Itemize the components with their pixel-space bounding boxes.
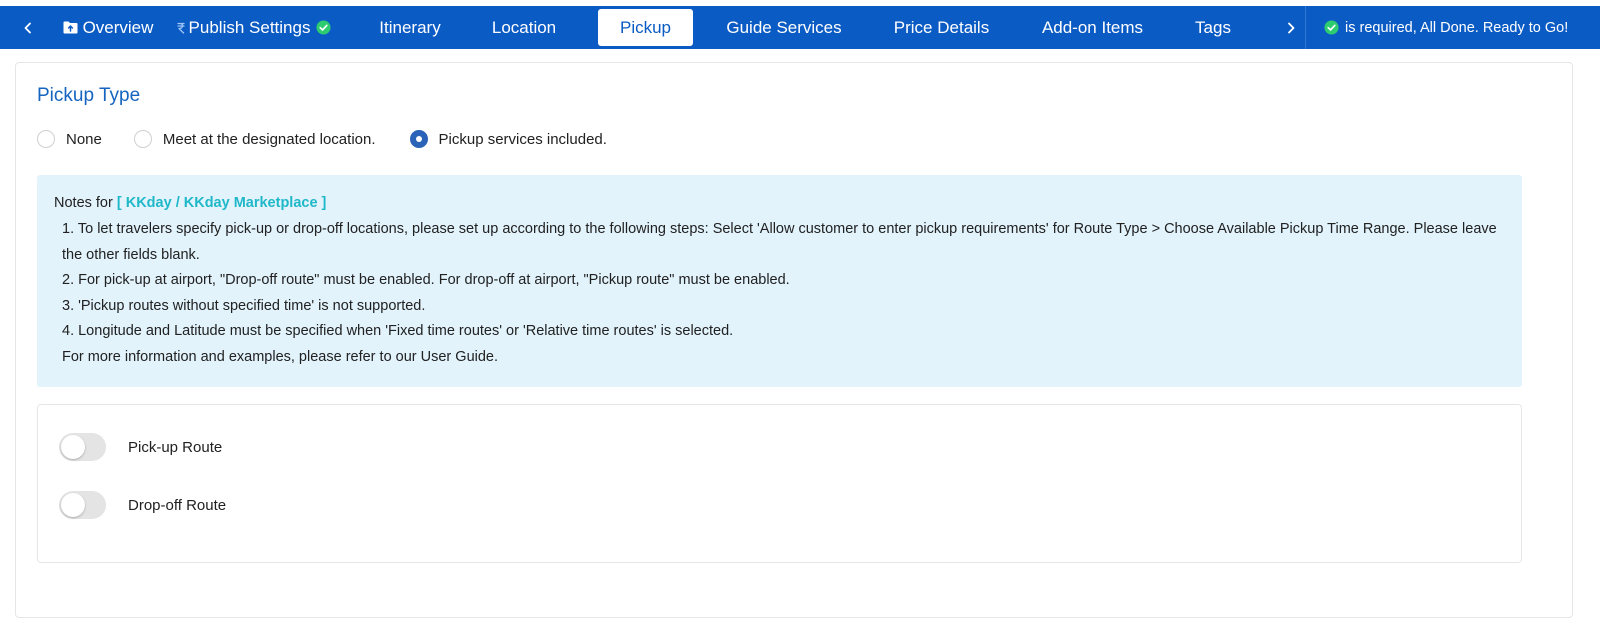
route-label: Pick-up Route <box>128 438 223 456</box>
tab-tags[interactable]: Tags <box>1193 9 1233 46</box>
radio-none[interactable]: None <box>37 130 102 148</box>
notes-brand: [ KKday / KKday Marketplace ] <box>116 195 327 211</box>
dropoff-route-row: Drop-off Route <box>59 490 226 520</box>
routes-panel: Pick-up Route Drop-off Route <box>37 404 1522 563</box>
notes-box: Notes for [ KKday / KKday Marketplace ] … <box>37 175 1522 387</box>
list-item: 1. To let travelers specify pick-up or d… <box>62 221 1497 263</box>
tab-label: Overview <box>82 17 154 37</box>
radio-button[interactable] <box>133 130 152 148</box>
notes-prefix: Notes for <box>54 195 113 211</box>
list-item: For more information and examples, pleas… <box>62 348 499 365</box>
tabs-prev-button[interactable] <box>8 6 48 49</box>
list-item: 2. For pick-up at airport, "Drop-off rou… <box>62 272 790 289</box>
radio-pickup-services-included[interactable]: Pickup services included. <box>409 130 607 148</box>
status-text: is required, All Done. Ready to Go! <box>1345 19 1569 36</box>
pickup-route-row: Pick-up Route <box>59 432 222 462</box>
toggle-knob <box>61 493 85 517</box>
list-item: 3. 'Pickup routes without specified time… <box>62 297 426 314</box>
notes-heading: Notes for [ KKday / KKday Marketplace ] <box>54 191 326 217</box>
tab-label: Publish Settings <box>188 17 311 37</box>
chevron-right-icon <box>1288 22 1295 33</box>
tab-label: Price Details <box>893 17 990 37</box>
tab-price-details[interactable]: Price Details <box>892 9 991 46</box>
page-title: Pickup Type <box>37 85 141 106</box>
tab-label: Guide Services <box>726 17 842 37</box>
rupee-icon <box>176 22 185 34</box>
tab-label: Pickup <box>619 17 672 37</box>
radio-label: Pickup services included. <box>438 130 607 148</box>
radio-meet-at-location[interactable]: Meet at the designated location. <box>133 130 376 148</box>
radio-label: None <box>66 130 102 148</box>
tab-itinerary[interactable]: Itinerary <box>378 9 442 46</box>
dropoff-route-toggle[interactable] <box>59 491 106 519</box>
notes-list: 1. To let travelers specify pick-up or d… <box>62 217 1512 371</box>
tab-label: Add-on Items <box>1041 17 1144 37</box>
tab-label: Tags <box>1195 17 1231 37</box>
tab-overview[interactable]: Overview <box>62 9 154 46</box>
tab-location[interactable]: Location <box>490 9 558 46</box>
tab-label: Location <box>491 17 557 37</box>
folder-upload-icon <box>63 21 78 34</box>
pickup-type-radio-group: None Meet at the designated location. Pi… <box>37 128 637 150</box>
tab-publish-settings[interactable]: Publish Settings <box>175 9 333 46</box>
check-circle-icon <box>1324 20 1339 35</box>
tab-pickup[interactable]: Pickup <box>598 9 693 46</box>
pickup-card: Pickup Type None Meet at the designated … <box>15 62 1573 618</box>
chevron-left-icon <box>24 22 31 33</box>
check-circle-icon <box>316 20 331 35</box>
route-label: Drop-off Route <box>128 496 227 514</box>
tab-add-on-items[interactable]: Add-on Items <box>1039 9 1146 46</box>
tab-bar: Overview Publish Settings Itinerary Loca… <box>0 6 1600 49</box>
tab-guide-services[interactable]: Guide Services <box>726 9 842 46</box>
completion-status: is required, All Done. Ready to Go! <box>1305 6 1568 49</box>
toggle-knob <box>61 435 85 459</box>
tab-label: Itinerary <box>379 17 441 37</box>
radio-button[interactable] <box>37 130 55 148</box>
radio-button-selected[interactable] <box>409 130 428 148</box>
pickup-route-toggle[interactable] <box>59 433 106 461</box>
radio-label: Meet at the designated location. <box>162 130 376 148</box>
list-item: 4. Longitude and Latitude must be specif… <box>62 323 734 340</box>
